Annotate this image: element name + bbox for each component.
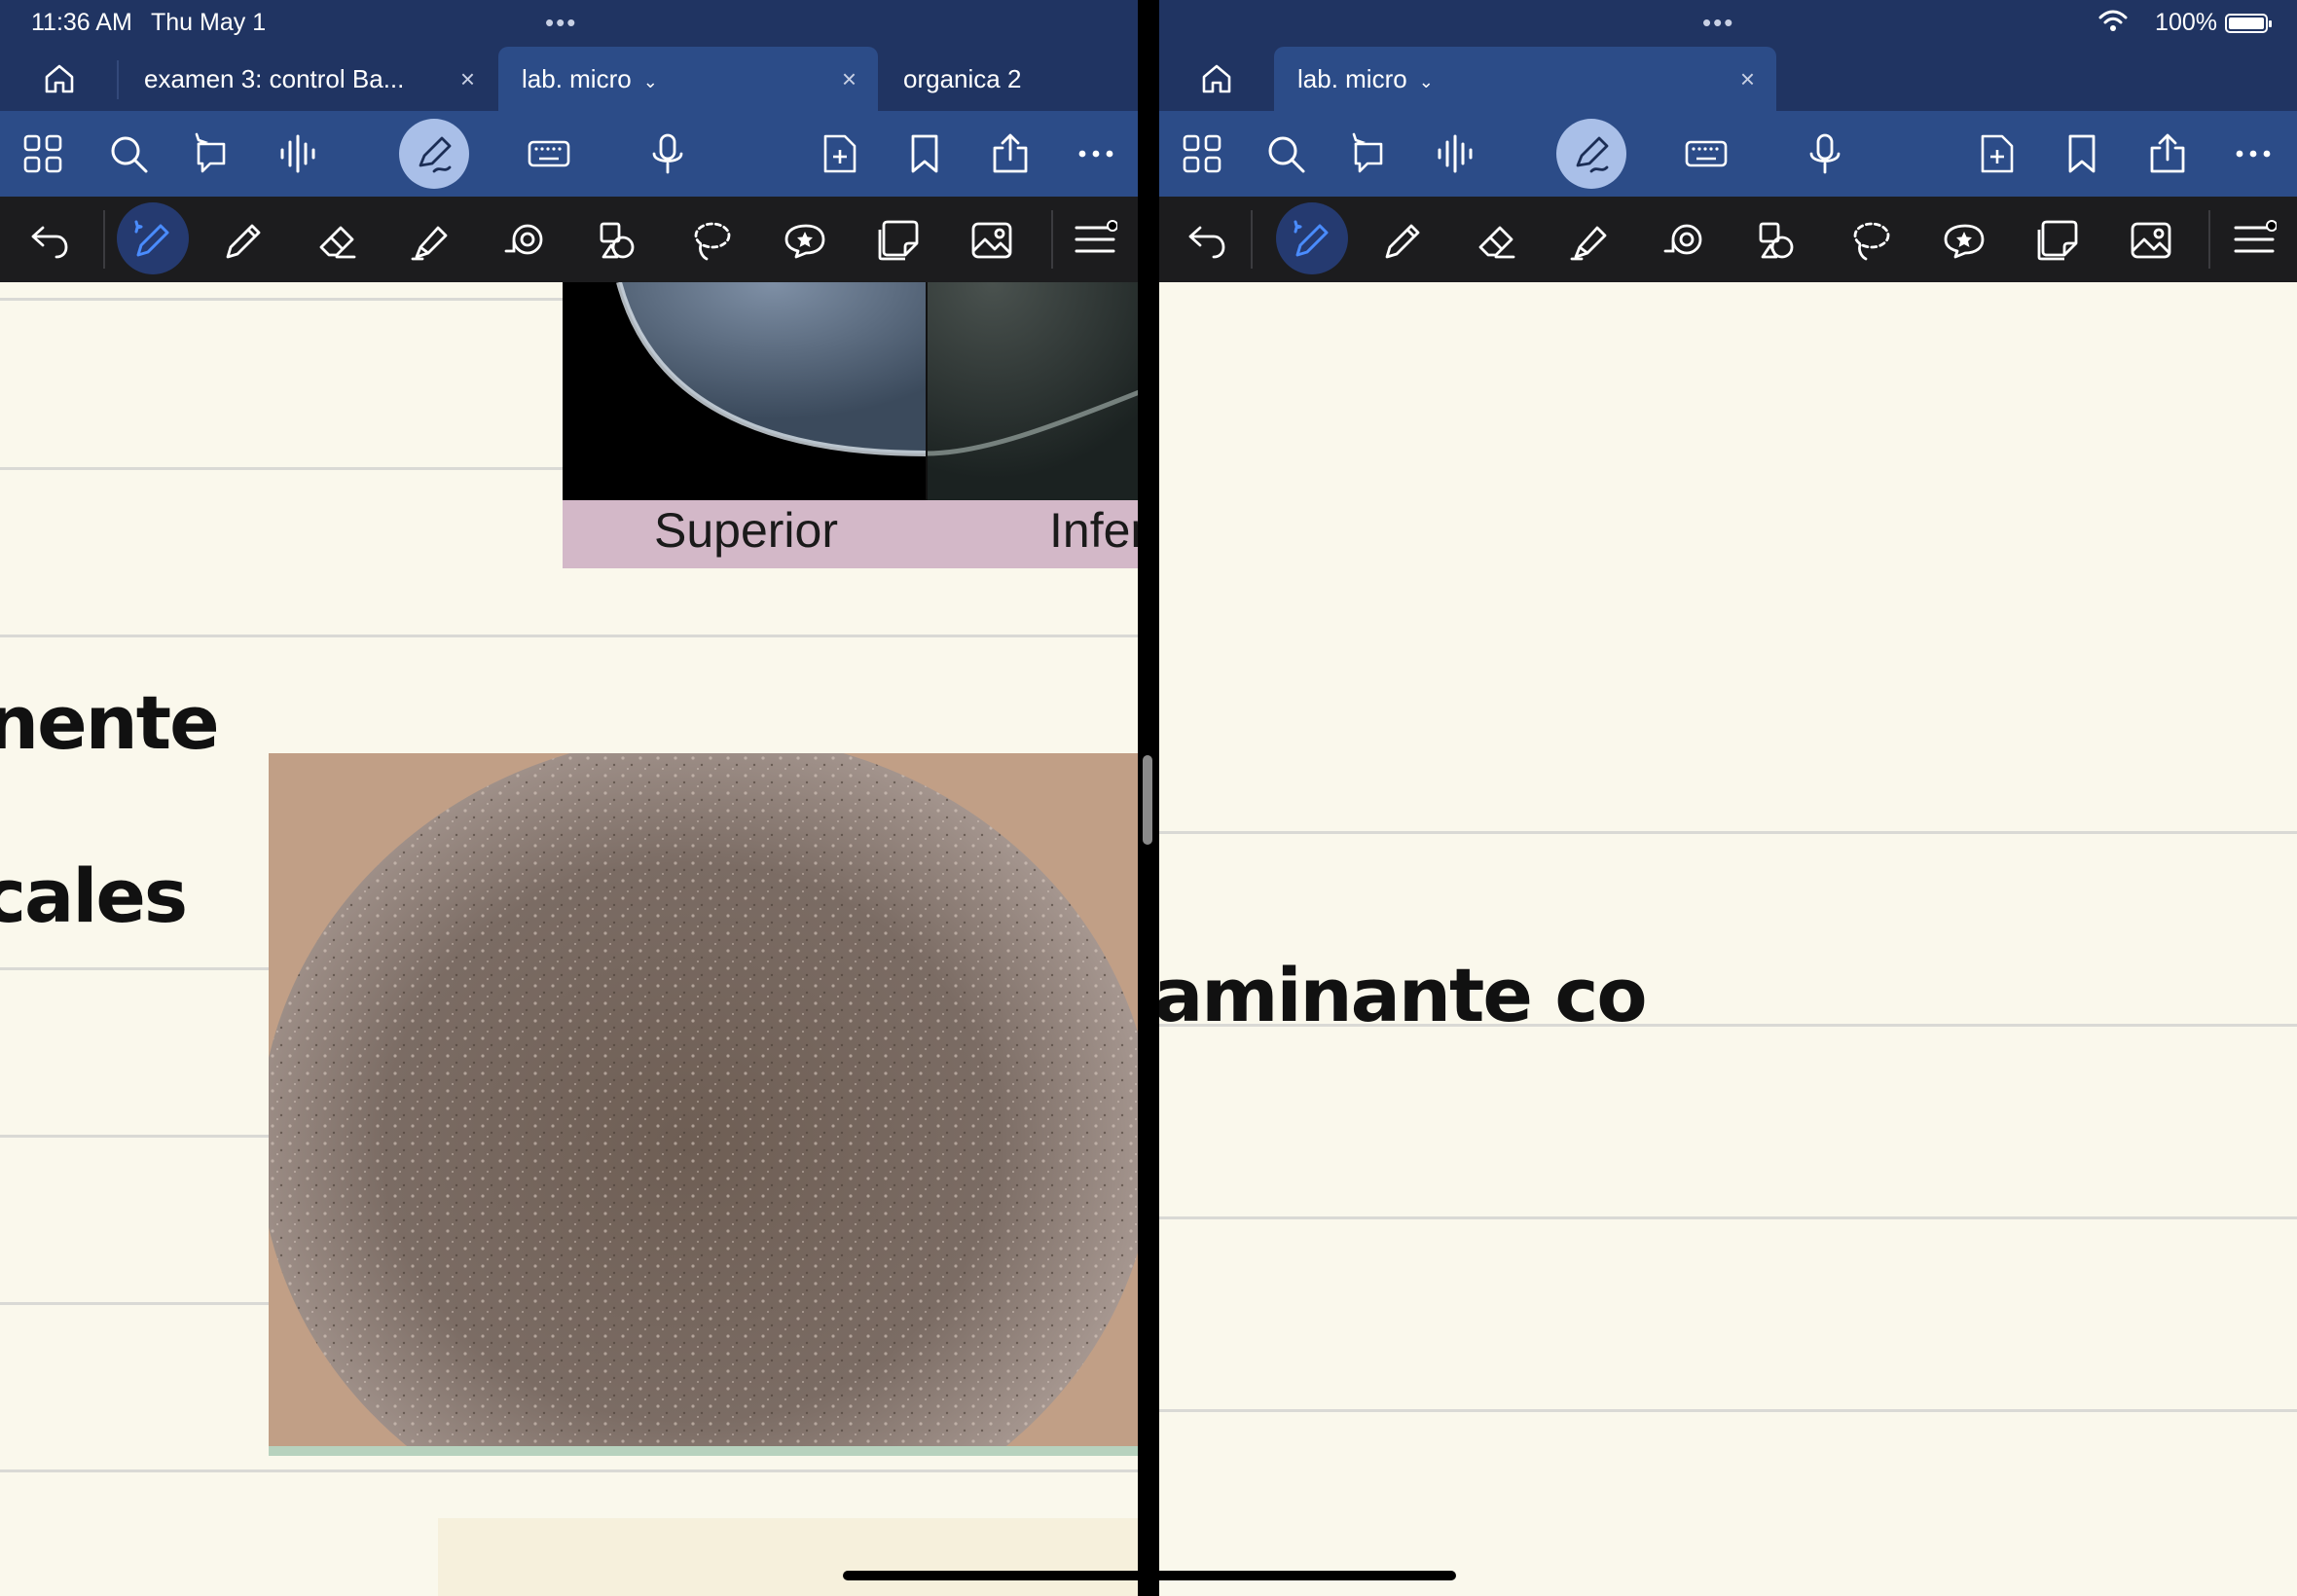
pen-toolbar xyxy=(0,197,1138,282)
status-time: 11:36 AM xyxy=(31,9,132,36)
tab-label: lab. micro ⌄ xyxy=(1297,47,1434,114)
tab-label: lab. micro ⌄ xyxy=(522,47,658,114)
tab-lab-micro[interactable]: lab. micro ⌄ × xyxy=(498,47,878,111)
grid-icon[interactable] xyxy=(1181,132,1223,175)
home-indicator[interactable] xyxy=(843,1571,1456,1580)
faint-image-fragment xyxy=(438,1518,1138,1596)
tab-bar: examen 3: control Ba... × lab. micro ⌄ × … xyxy=(0,47,1138,111)
pencil-icon[interactable] xyxy=(222,218,267,263)
tab-label: examen 3: control Ba... xyxy=(144,64,405,93)
search-icon[interactable] xyxy=(1264,132,1307,175)
highlighter-icon[interactable] xyxy=(1568,218,1613,263)
add-page-icon[interactable] xyxy=(1975,132,2018,175)
ai-pen-icon xyxy=(1294,220,1329,257)
status-bar: ••• 100% xyxy=(1159,0,2297,47)
ruled-line xyxy=(1159,1216,2297,1219)
note-page[interactable]: Superior Infer nente cales xyxy=(0,282,1138,1596)
main-toolbar xyxy=(0,111,1138,197)
sticker-icon[interactable] xyxy=(783,218,827,263)
tape-icon[interactable] xyxy=(1661,218,1706,263)
ruled-line xyxy=(0,1469,1138,1472)
status-bar: 11:36 AM Thu May 1 ••• xyxy=(0,0,1138,47)
tab-organica[interactable]: organica 2 xyxy=(880,47,1138,111)
ruled-line xyxy=(1159,1409,2297,1412)
ai-lasso-icon[interactable] xyxy=(191,132,234,175)
pen-scribble-icon xyxy=(419,136,452,173)
grid-icon[interactable] xyxy=(21,132,64,175)
tab-lab-micro[interactable]: lab. micro ⌄ × xyxy=(1274,47,1776,111)
microphone-icon[interactable] xyxy=(646,132,689,175)
pen-toolbar-separator xyxy=(1251,210,1253,269)
pen-toolbar-separator xyxy=(2208,210,2210,269)
handwriting-text: nente xyxy=(0,679,220,766)
handwriting-text: cales xyxy=(0,852,188,939)
sticky-note-icon[interactable] xyxy=(876,218,921,263)
close-icon[interactable]: × xyxy=(842,47,857,111)
right-pane: ••• 100% lab. micro ⌄ × aminante co xyxy=(1159,0,2297,1596)
tab-bar: lab. micro ⌄ × xyxy=(1159,47,2297,111)
microphone-icon[interactable] xyxy=(1804,132,1846,175)
lasso-icon[interactable] xyxy=(689,218,734,263)
more-icon[interactable] xyxy=(2232,132,2275,175)
wifi-icon xyxy=(2098,10,2128,31)
battery-icon xyxy=(2225,14,2272,33)
multitask-dots[interactable]: ••• xyxy=(545,8,577,38)
close-icon[interactable]: × xyxy=(460,47,475,111)
main-toolbar xyxy=(1159,111,2297,197)
chevron-down-icon[interactable]: ⌄ xyxy=(1419,50,1434,114)
eraser-icon[interactable] xyxy=(315,218,360,263)
ruled-line xyxy=(0,635,1138,637)
undo-icon[interactable] xyxy=(1185,218,1229,263)
home-icon[interactable] xyxy=(1200,62,1233,95)
handwriting-text: aminante co xyxy=(1159,952,1648,1038)
shapes-icon[interactable] xyxy=(596,218,640,263)
ai-lasso-icon[interactable] xyxy=(1348,132,1391,175)
toolbar-menu-icon[interactable] xyxy=(1073,218,1117,263)
chevron-down-icon[interactable]: ⌄ xyxy=(643,50,658,114)
tab-label: organica 2 xyxy=(903,64,1022,93)
share-icon[interactable] xyxy=(989,132,1032,175)
split-view-handle[interactable] xyxy=(1143,755,1152,845)
shapes-icon[interactable] xyxy=(1755,218,1800,263)
add-page-icon[interactable] xyxy=(818,132,860,175)
note-page[interactable]: aminante co xyxy=(1159,282,2297,1596)
image-icon[interactable] xyxy=(2129,218,2173,263)
audio-wave-icon[interactable] xyxy=(276,132,319,175)
tab-separator xyxy=(117,60,119,99)
image-icon[interactable] xyxy=(969,218,1014,263)
more-icon[interactable] xyxy=(1075,132,1117,175)
pencil-icon[interactable] xyxy=(1381,218,1426,263)
pen-scribble-icon xyxy=(1576,136,1609,173)
bookmark-icon[interactable] xyxy=(2060,132,2103,175)
tab-examen[interactable]: examen 3: control Ba... × xyxy=(121,47,496,111)
toolbar-menu-icon[interactable] xyxy=(2232,218,2277,263)
image-caption-inferior: Infer xyxy=(1049,503,1138,558)
sticker-icon[interactable] xyxy=(1942,218,1987,263)
ai-pen-icon xyxy=(134,220,169,257)
tape-icon[interactable] xyxy=(502,218,547,263)
fungal-colony-image[interactable] xyxy=(269,753,1138,1456)
image-caption-superior: Superior xyxy=(654,503,838,558)
sticky-note-icon[interactable] xyxy=(2035,218,2080,263)
keyboard-icon[interactable] xyxy=(1685,132,1728,175)
audio-wave-icon[interactable] xyxy=(1434,132,1477,175)
undo-icon[interactable] xyxy=(27,218,72,263)
ruled-line xyxy=(1159,831,2297,834)
pen-toolbar-separator xyxy=(103,210,105,269)
left-pane: 11:36 AM Thu May 1 ••• examen 3: control… xyxy=(0,0,1138,1596)
home-icon[interactable] xyxy=(43,62,76,95)
share-icon[interactable] xyxy=(2146,132,2189,175)
keyboard-icon[interactable] xyxy=(528,132,570,175)
eraser-icon[interactable] xyxy=(1475,218,1519,263)
multitask-dots[interactable]: ••• xyxy=(1702,8,1734,38)
bookmark-icon[interactable] xyxy=(903,132,946,175)
pen-toolbar xyxy=(1159,197,2297,282)
battery-percent: 100% xyxy=(2155,9,2217,36)
status-date: Thu May 1 xyxy=(151,9,267,36)
search-icon[interactable] xyxy=(107,132,150,175)
close-icon[interactable]: × xyxy=(1740,47,1755,111)
highlighter-icon[interactable] xyxy=(409,218,454,263)
lasso-icon[interactable] xyxy=(1848,218,1893,263)
pen-toolbar-separator xyxy=(1051,210,1053,269)
